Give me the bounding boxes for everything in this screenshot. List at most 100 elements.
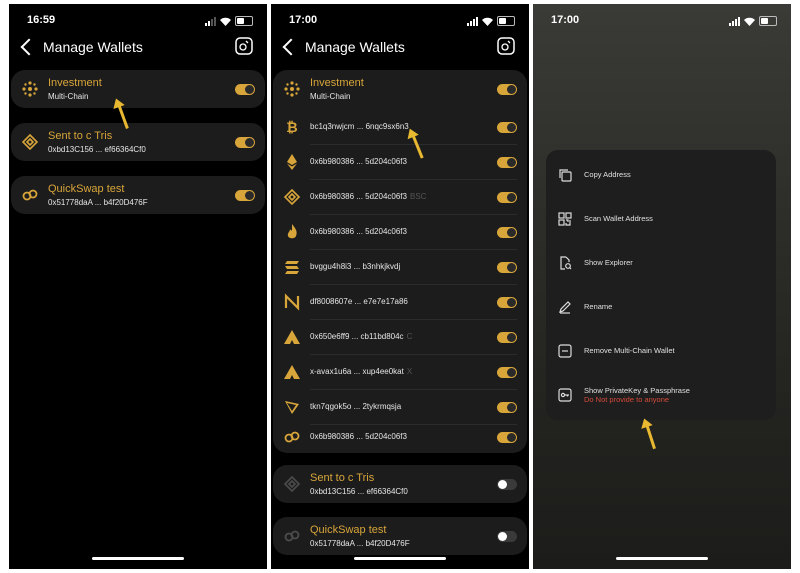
wallet-name: Sent to c Tris (48, 130, 113, 142)
address-row[interactable]: ₿ bc1q3nwjcm ... 6nqc9sx6n3 (273, 110, 527, 144)
address-text: 0x650e6ff9 ... cb11bd804c C (310, 332, 413, 341)
near-icon (284, 293, 300, 311)
menu-item-remove-multi-chain-wallet[interactable]: Remove Multi-Chain Wallet (546, 336, 776, 366)
solana-icon (285, 261, 299, 274)
battery-icon (759, 16, 777, 26)
address-row[interactable]: x-avax1u6a ... xup4ee0kat X (273, 355, 527, 389)
status-time: 17:00 (551, 14, 580, 26)
manage-settings-icon[interactable] (497, 37, 515, 55)
flame-icon (287, 224, 297, 239)
address-row[interactable]: tkn7qgok5o ... 2tykrmqsja (273, 390, 527, 424)
chain-tag: X (406, 367, 413, 376)
address-toggle[interactable] (497, 192, 517, 203)
wallet-toggle[interactable] (235, 190, 255, 201)
wallet-card-investment[interactable]: Investment Multi-Chain (11, 70, 265, 108)
back-arrow-icon[interactable] (20, 38, 38, 56)
back-arrow-icon[interactable] (282, 38, 300, 56)
menu-item-show-privatekey[interactable]: Show PrivateKey & Passphrase Do Not prov… (546, 376, 776, 412)
wifi-icon (220, 17, 231, 26)
page-title: Manage Wallets (305, 39, 405, 55)
chain-link-icon (22, 189, 38, 201)
status-time: 16:59 (27, 14, 56, 26)
address-text: df8008607e ... e7e7e17a86 (310, 297, 408, 306)
wallet-toggle[interactable] (235, 137, 255, 148)
address-row[interactable]: 0x6b980386 ... 5d204c06f3 BSC (273, 180, 527, 214)
address-row[interactable]: 0x6b980386 ... 5d204c06f3 (273, 145, 527, 179)
address-row[interactable]: df8008607e ... e7e7e17a86 (273, 285, 527, 319)
address-toggle[interactable] (497, 227, 517, 238)
address-toggle[interactable] (497, 432, 517, 443)
address-toggle[interactable] (497, 157, 517, 168)
annotation-arrow (645, 423, 656, 450)
avalanche-icon (284, 330, 300, 344)
menu-item-label: Remove Multi-Chain Wallet (584, 346, 675, 355)
dots-cluster-icon (22, 81, 38, 97)
wallet-toggle[interactable] (235, 84, 255, 95)
key-icon (558, 388, 572, 402)
wallet-toggle[interactable] (497, 531, 517, 542)
wallet-sub: 0xbd13C156 ... ef66364Cf0 (310, 487, 408, 496)
status-bar: 17:00 (533, 14, 791, 30)
address-toggle[interactable] (497, 402, 517, 413)
wallet-sub: 0xbd13C156 ... ef66364Cf0 (48, 145, 146, 154)
bnb-icon (21, 133, 39, 151)
chain-link-icon (284, 431, 300, 443)
wifi-icon (482, 17, 493, 26)
address-toggle[interactable] (497, 122, 517, 133)
wallet-sub: 0x51778daA ... b4f20D476F (48, 198, 148, 207)
tron-icon (285, 401, 299, 414)
address-toggle[interactable] (497, 297, 517, 308)
manage-settings-icon[interactable] (235, 37, 253, 55)
wallet-name: Investment (310, 77, 364, 89)
wallet-card-sent-to-c-tris[interactable]: Sent to c Tris 0xbd13C156 ... ef66364Cf0 (11, 123, 265, 161)
address-toggle[interactable] (497, 367, 517, 378)
wifi-icon (744, 17, 755, 26)
context-menu: Copy Address Scan Wallet Address Show Ex… (546, 150, 776, 420)
wallet-card-sent-to-c-tris[interactable]: Sent to c Tris 0xbd13C156 ... ef66364Cf0 (273, 465, 527, 503)
bnb-icon (283, 188, 301, 206)
avalanche-icon (284, 365, 300, 379)
wallet-card-quickswap-test[interactable]: QuickSwap test 0x51778daA ... b4f20D476F (273, 517, 527, 555)
status-time: 17:00 (289, 14, 318, 26)
chain-tag: C (406, 332, 413, 341)
nav-bar: Manage Wallets (9, 37, 267, 63)
screen-wallet-context-menu: 17:00 Copy Address Scan Wallet Address S… (533, 4, 791, 569)
address-text: 0x6b980386 ... 5d204c06f3 (310, 432, 407, 441)
address-row[interactable]: 0x6b980386 ... 5d204c06f3 (273, 215, 527, 249)
address-text: bc1q3nwjcm ... 6nqc9sx6n3 (310, 122, 409, 131)
status-bar: 16:59 (9, 14, 267, 30)
address-text: tkn7qgok5o ... 2tykrmqsja (310, 402, 402, 411)
address-text: 0x6b980386 ... 5d204c06f3 (310, 157, 407, 166)
qr-code-icon (558, 212, 572, 226)
address-text: 0x6b980386 ... 5d204c06f3 (310, 227, 407, 236)
home-indicator (616, 557, 708, 560)
address-row[interactable]: 0x650e6ff9 ... cb11bd804c C (273, 320, 527, 354)
signal-icon (205, 17, 216, 26)
address-text: 0x6b980386 ... 5d204c06f3 BSC (310, 192, 427, 201)
menu-item-copy-address[interactable]: Copy Address (546, 160, 776, 190)
wallet-card-investment-expanded: Investment Multi-Chain ₿ bc1q3nwjcm ... … (273, 70, 527, 453)
wallet-name: Investment (48, 77, 102, 89)
wallet-sub: 0x51778daA ... b4f20D476F (310, 539, 410, 548)
menu-item-rename[interactable]: Rename (546, 292, 776, 322)
wallet-toggle[interactable] (497, 479, 517, 490)
menu-item-show-explorer[interactable]: Show Explorer (546, 248, 776, 278)
signal-icon (467, 17, 478, 26)
warning-text: Do Not provide to anyone (584, 395, 670, 404)
address-toggle[interactable] (497, 262, 517, 273)
address-toggle[interactable] (497, 332, 517, 343)
home-indicator (354, 557, 446, 560)
wallet-header-row[interactable]: Investment Multi-Chain (273, 72, 527, 106)
address-row[interactable]: bvggu4h8i3 ... b3nhkjkvdj (273, 250, 527, 284)
address-row[interactable]: 0x6b980386 ... 5d204c06f3 (273, 420, 527, 454)
copy-icon (559, 169, 572, 182)
wallet-toggle[interactable] (497, 84, 517, 95)
menu-item-label: Copy Address (584, 170, 631, 179)
home-indicator (92, 557, 184, 560)
status-bar: 17:00 (271, 14, 529, 30)
menu-item-label: Rename (584, 302, 613, 311)
wallet-card-quickswap-test[interactable]: QuickSwap test 0x51778daA ... b4f20D476F (11, 176, 265, 214)
menu-item-scan-wallet-address[interactable]: Scan Wallet Address (546, 204, 776, 234)
address-text: x-avax1u6a ... xup4ee0kat X (310, 367, 413, 376)
dots-cluster-icon (284, 81, 300, 97)
